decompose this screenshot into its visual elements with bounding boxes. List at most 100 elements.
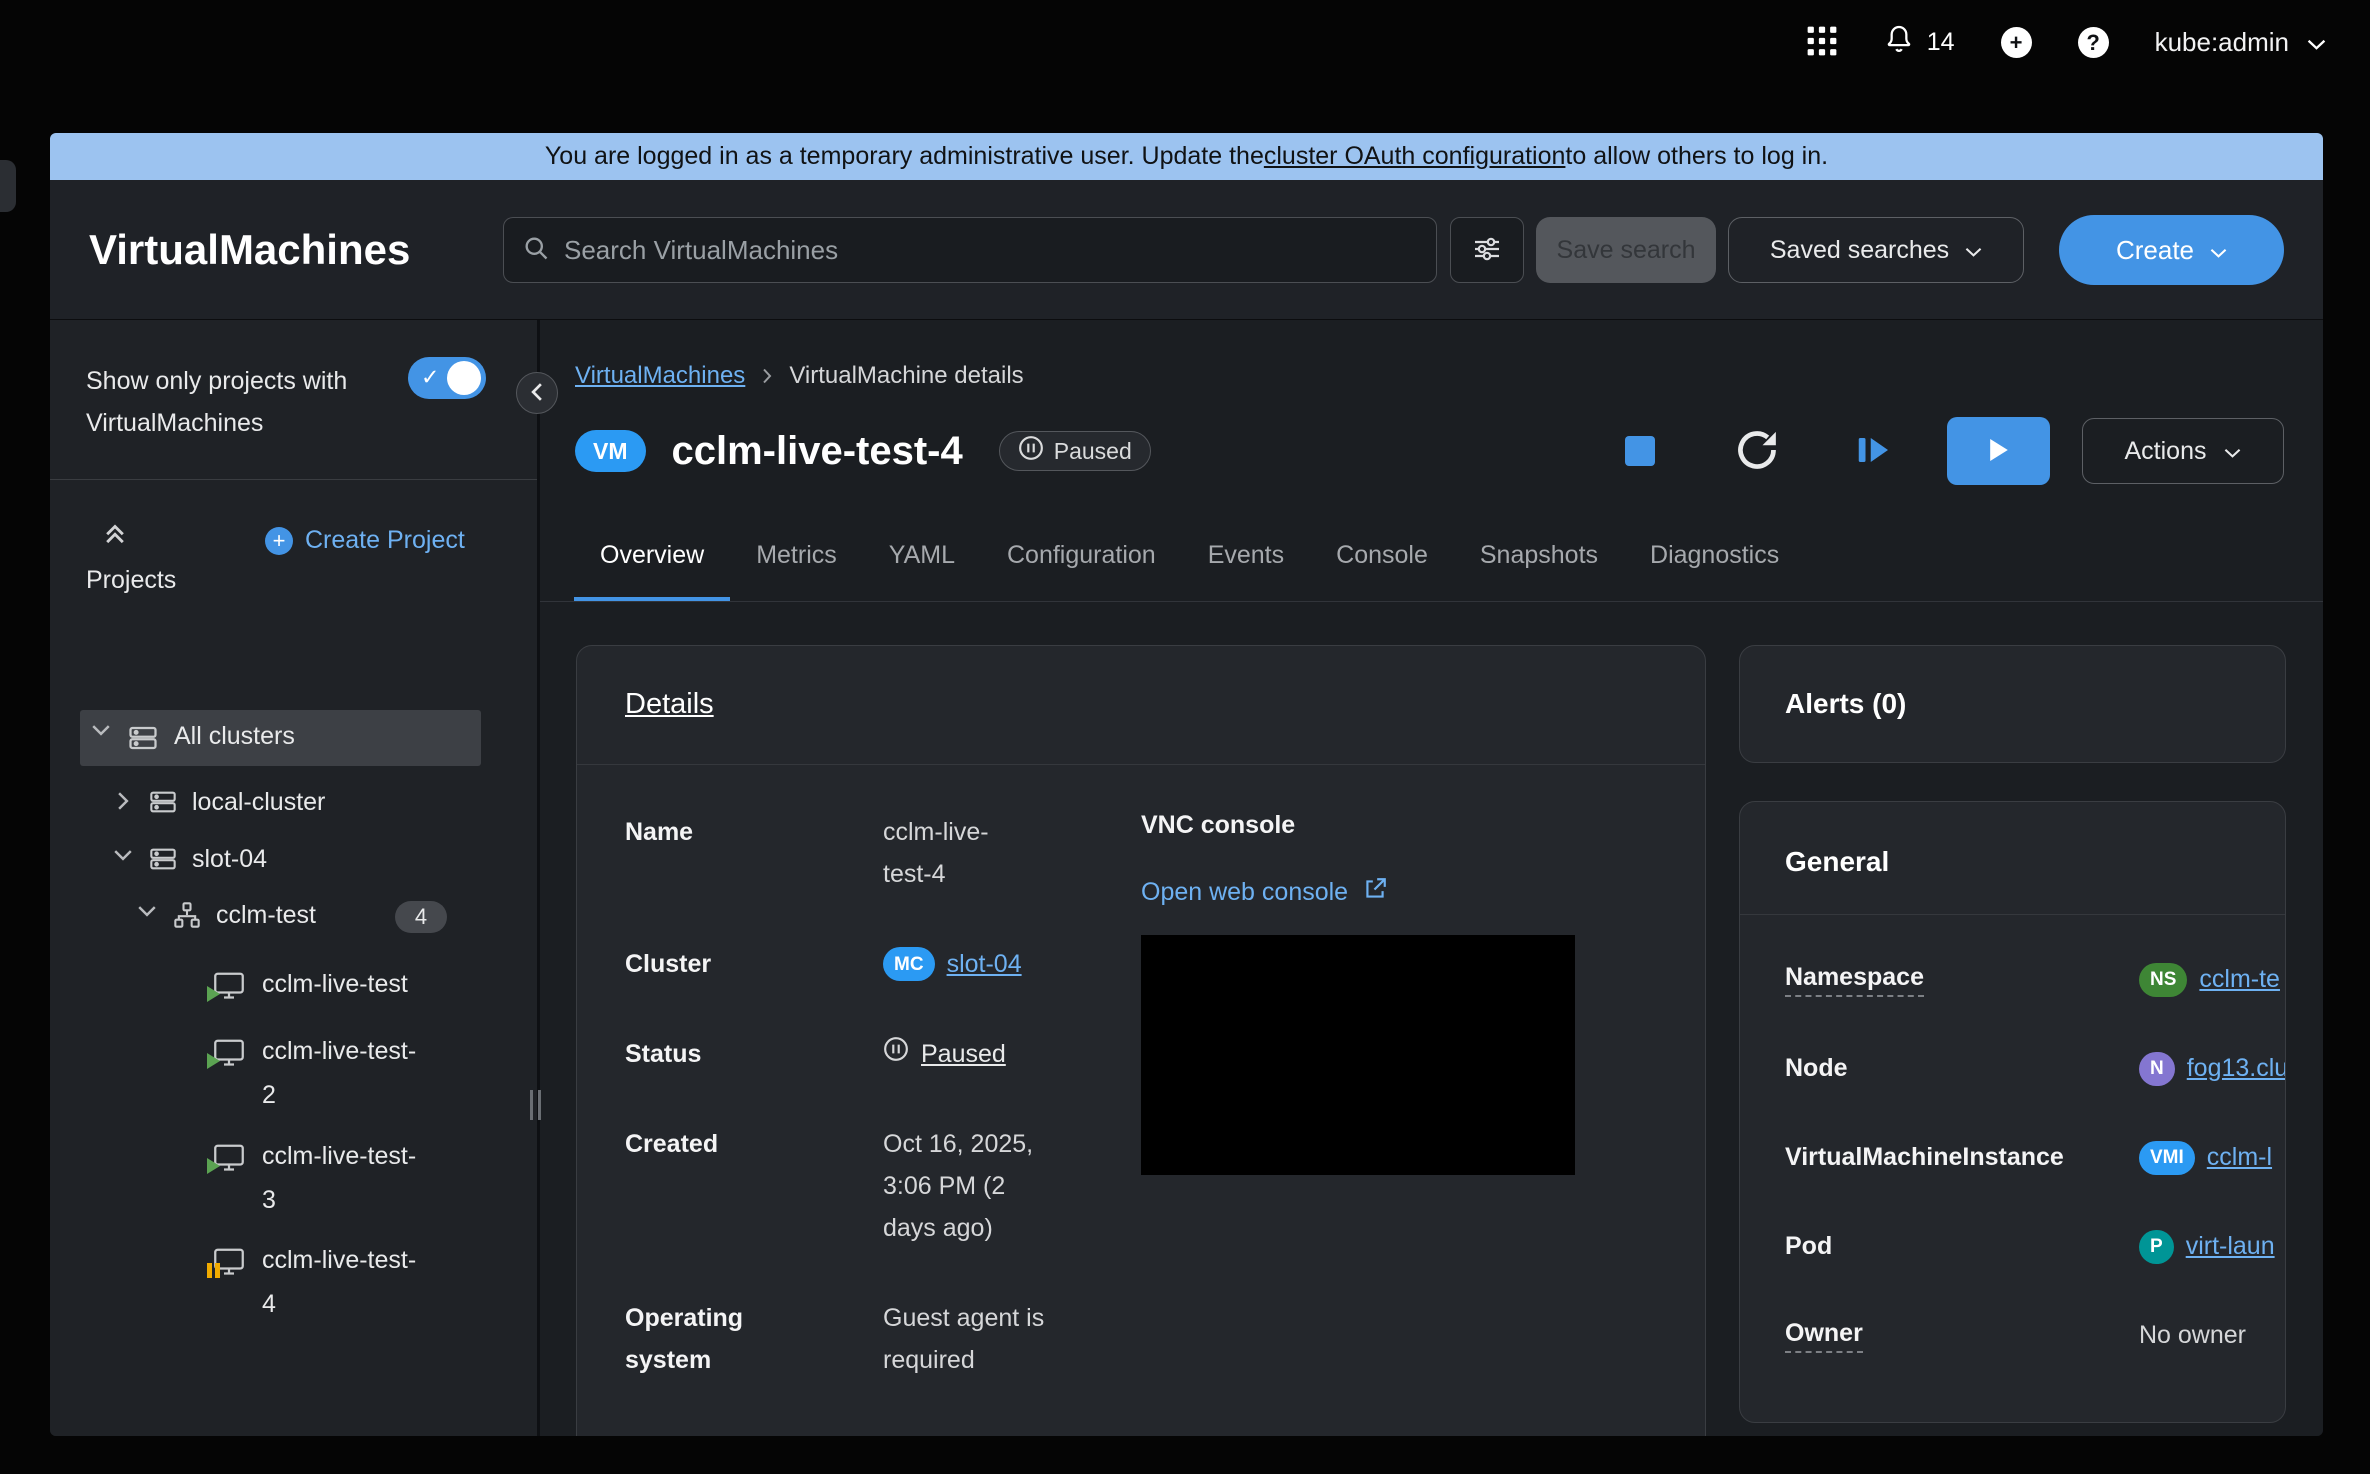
- app-launcher-button[interactable]: [1807, 26, 1837, 59]
- pause-circle-icon: [1018, 435, 1044, 467]
- detail-row-status: Status Paused: [625, 1033, 1065, 1075]
- create-dropdown[interactable]: Create: [2059, 215, 2284, 285]
- search-input[interactable]: [564, 235, 1418, 266]
- help-button[interactable]: ?: [2078, 27, 2109, 58]
- tab-yaml[interactable]: YAML: [863, 510, 981, 601]
- vnc-console-title: VNC console: [1141, 811, 1575, 840]
- cluster-link[interactable]: slot-04: [947, 943, 1022, 985]
- tree-item-cclm-test[interactable]: cclm-test 4: [134, 893, 537, 941]
- oauth-config-link[interactable]: cluster OAuth configuration: [1264, 142, 1566, 171]
- general-row-vmi: VirtualMachineInstance VMI cclm-l: [1740, 1113, 2285, 1202]
- detail-row-os: Operating system Guest agent is required: [625, 1297, 1065, 1381]
- general-rows: Namespace NS cclm-te Node N fog13.clu: [1740, 935, 2285, 1380]
- page-title: VirtualMachines: [89, 226, 410, 274]
- status-link[interactable]: Paused: [921, 1033, 1006, 1075]
- breadcrumb-virtualmachines-link[interactable]: VirtualMachines: [575, 362, 745, 390]
- tab-console[interactable]: Console: [1310, 510, 1454, 601]
- external-link-icon: [1362, 876, 1388, 909]
- caret-down-icon: [2210, 235, 2227, 266]
- vm-details-main: VirtualMachines VirtualMachine details V…: [540, 320, 2323, 1436]
- toggle-knob: [447, 361, 481, 395]
- stop-button[interactable]: [1625, 436, 1655, 466]
- console-window: You are logged in as a temporary adminis…: [50, 133, 2323, 1436]
- detail-row-name: Name cclm-live-test-4: [625, 811, 1065, 895]
- quick-create-button[interactable]: +: [2001, 27, 2032, 58]
- project-icon: [172, 901, 202, 934]
- play-button[interactable]: [1947, 417, 2050, 485]
- login-banner: You are logged in as a temporary adminis…: [50, 133, 2323, 180]
- tree-item-all-clusters[interactable]: All clusters: [80, 710, 481, 766]
- question-circle-icon: ?: [2078, 27, 2109, 58]
- pod-badge: P: [2139, 1230, 2174, 1264]
- namespace-link[interactable]: cclm-te: [2199, 965, 2280, 994]
- resume-icon: [1855, 432, 1891, 471]
- vmi-badge: VMI: [2139, 1141, 2195, 1175]
- managed-cluster-badge: MC: [883, 947, 935, 981]
- tab-metrics[interactable]: Metrics: [730, 510, 863, 601]
- chevron-down-icon: [88, 723, 114, 737]
- tree-item-cclm-live-test-2[interactable]: cclm-live-test-2: [212, 1029, 537, 1117]
- user-menu[interactable]: kube:admin: [2155, 27, 2326, 58]
- bell-icon: [1883, 23, 1915, 62]
- details-card: Details Name cclm-live-test-4 Cluster MC…: [576, 645, 1706, 1436]
- vm-status-badge: Paused: [999, 431, 1151, 471]
- tab-events[interactable]: Events: [1182, 510, 1310, 601]
- resume-button[interactable]: [1855, 432, 1891, 471]
- masthead: 14 + ? kube:admin: [0, 0, 2370, 85]
- tab-diagnostics[interactable]: Diagnostics: [1624, 510, 1805, 601]
- tree-item-cclm-live-test[interactable]: cclm-live-test: [212, 962, 537, 1010]
- restart-button[interactable]: [1735, 428, 1779, 475]
- detail-row-created: Created Oct 16, 2025, 3:06 PM (2 days ag…: [625, 1123, 1065, 1249]
- filter-sliders-icon: [1472, 235, 1502, 266]
- vm-kind-badge: VM: [575, 430, 646, 472]
- general-card: General Namespace NS cclm-te Node N: [1739, 801, 2286, 1423]
- vmi-link[interactable]: cclm-l: [2207, 1143, 2272, 1172]
- node-link[interactable]: fog13.clu: [2187, 1054, 2285, 1083]
- tree-item-local-cluster[interactable]: local-cluster: [110, 780, 537, 828]
- details-title-link[interactable]: Details: [625, 688, 714, 721]
- plus-circle-icon: +: [2001, 27, 2032, 58]
- open-web-console-link[interactable]: Open web console: [1141, 876, 1575, 909]
- sidebar-collapse-button[interactable]: [516, 372, 558, 414]
- tree-item-cclm-live-test-4[interactable]: cclm-live-test-4: [212, 1238, 537, 1326]
- vm-filter-toggle[interactable]: ✓: [408, 357, 486, 399]
- tree-item-slot-04[interactable]: slot-04: [110, 837, 537, 885]
- namespace-badge: NS: [2139, 963, 2187, 997]
- actions-dropdown[interactable]: Actions: [2082, 418, 2284, 484]
- sidebar-divider: [50, 479, 537, 480]
- username: kube:admin: [2155, 27, 2289, 58]
- tab-overview[interactable]: Overview: [574, 510, 730, 601]
- caret-down-icon: [1965, 236, 1982, 265]
- vm-count-badge: 4: [395, 901, 447, 933]
- saved-searches-dropdown[interactable]: Saved searches: [1728, 217, 2024, 283]
- vm-title-row: VM cclm-live-test-4 Paused: [575, 416, 2284, 486]
- card-divider: [1740, 914, 2285, 915]
- general-row-pod: Pod P virt-laun: [1740, 1202, 2285, 1291]
- tab-configuration[interactable]: Configuration: [981, 510, 1182, 601]
- search-box: [503, 217, 1437, 283]
- pod-link[interactable]: virt-laun: [2186, 1232, 2275, 1261]
- cluster-group-icon: [126, 723, 160, 758]
- projects-sidebar: Show only projects with VirtualMachines …: [50, 320, 537, 1436]
- collapse-all-button[interactable]: [102, 520, 128, 549]
- search-filter-button[interactable]: [1450, 217, 1524, 283]
- caret-down-icon: [2224, 437, 2241, 466]
- breadcrumb: VirtualMachines VirtualMachine details: [575, 362, 1024, 390]
- tree-item-cclm-live-test-3[interactable]: cclm-live-test-3: [212, 1134, 537, 1222]
- tab-snapshots[interactable]: Snapshots: [1454, 510, 1624, 601]
- app-launcher-icon: [1807, 26, 1837, 59]
- save-search-button[interactable]: Save search: [1536, 217, 1716, 283]
- resize-grip[interactable]: [530, 1090, 541, 1120]
- banner-text-suffix: to allow others to log in.: [1565, 142, 1828, 171]
- vm-running-icon: [212, 1037, 248, 1069]
- create-project-button[interactable]: + Create Project: [265, 526, 465, 555]
- alerts-card: Alerts (0): [1739, 645, 2286, 763]
- banner-text-prefix: You are logged in as a temporary adminis…: [545, 142, 1264, 171]
- vm-name: cclm-live-test-4: [672, 429, 963, 474]
- notifications-button[interactable]: 14: [1883, 23, 1955, 62]
- play-icon: [1988, 437, 2010, 466]
- drawer-handle[interactable]: [0, 160, 16, 212]
- vm-action-buttons: Actions: [1625, 417, 2284, 485]
- vnc-console-section: VNC console Open web console: [1141, 811, 1575, 1175]
- vnc-console-preview[interactable]: [1141, 935, 1575, 1175]
